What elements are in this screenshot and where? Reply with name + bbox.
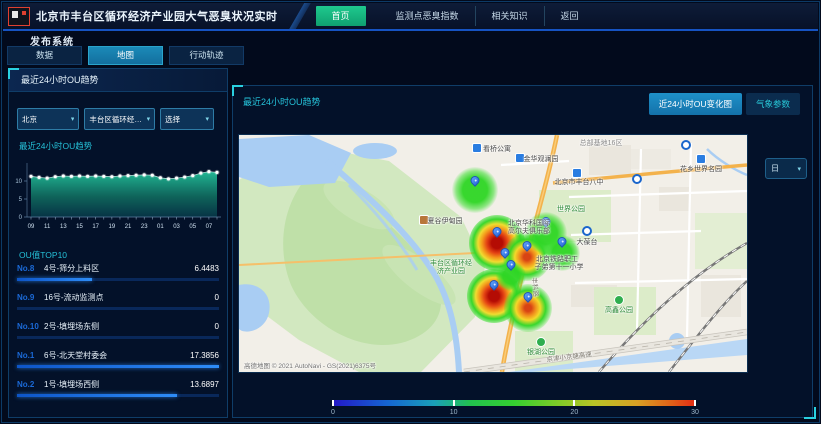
progress-track	[17, 365, 219, 368]
ou-value: 6.4483	[195, 264, 219, 273]
ou-value: 17.3856	[190, 351, 219, 360]
progress-track	[17, 278, 219, 281]
svg-text:21: 21	[125, 224, 132, 230]
map-mode-button[interactable]: 气象参数	[746, 93, 800, 115]
svg-text:23: 23	[141, 224, 148, 230]
chevron-down-icon: ▾	[797, 165, 801, 173]
view-switch-button[interactable]: 行动轨迹	[169, 46, 244, 65]
rank-badge: No.10	[17, 322, 44, 331]
list-item[interactable]: No.9 16号-流动监测点 0	[17, 291, 219, 310]
legend-tick-label: 0	[331, 409, 335, 416]
site-select[interactable]: 选择 ▾	[160, 108, 214, 130]
svg-text:01: 01	[157, 224, 164, 230]
svg-text:5: 5	[19, 197, 23, 203]
svg-text:17: 17	[92, 224, 99, 230]
rank-badge: No.9	[17, 293, 44, 302]
progress-fill	[17, 394, 177, 397]
nav-tab[interactable]: 首页	[316, 6, 366, 26]
site-name: 6号-北天堂村委会	[44, 350, 107, 361]
view-switch-buttons: 数据地图行动轨迹	[7, 46, 250, 65]
progress-fill	[17, 365, 219, 368]
right-panel: 最近24小时OU趋势 近24小时OU变化图气象参数	[232, 85, 813, 418]
chevron-down-icon: ▾	[205, 115, 209, 123]
svg-text:07: 07	[206, 224, 213, 230]
legend-tick-label: 30	[691, 409, 699, 416]
legend-tick	[332, 400, 334, 406]
ou-top10-list: No.8 4号-筛分上料区 6.4483 No.9 16号-流动监测点 0	[17, 262, 219, 407]
app-title: 北京市丰台区循环经济产业园大气恶臭状况实时	[36, 8, 278, 24]
heatmap-legend: 0102030	[333, 400, 695, 416]
progress-track	[17, 336, 219, 339]
site-select-value: 选择	[165, 114, 202, 125]
svg-text:10: 10	[15, 179, 22, 185]
svg-text:03: 03	[173, 224, 180, 230]
svg-text:19: 19	[109, 224, 116, 230]
ou-value: 0	[215, 322, 219, 331]
main-nav: 首页监测点恶臭指数相关知识返回	[316, 3, 595, 29]
city-select-value: 北京	[22, 114, 68, 125]
chevron-down-icon: ▾	[147, 115, 151, 123]
map-mode-buttons: 近24小时OU变化图气象参数	[645, 93, 800, 115]
app-logo-icon	[8, 7, 30, 26]
chevron-down-icon: ▾	[71, 115, 75, 123]
svg-text:11: 11	[44, 224, 51, 230]
top-header-bar: 北京市丰台区循环经济产业园大气恶臭状况实时 首页监测点恶臭指数相关知识返回	[3, 3, 818, 31]
district-select-value: 丰台区循环经济产	[89, 114, 143, 125]
legend-tick	[453, 400, 455, 406]
nav-tab[interactable]: 监测点恶臭指数	[380, 6, 475, 26]
legend-tick-label: 10	[450, 409, 458, 416]
map-basemap	[239, 135, 747, 372]
period-select[interactable]: 日 ▾	[765, 158, 807, 179]
ou-trend-chart: 0510091113151719212301030507	[13, 153, 225, 245]
legend-tick	[573, 400, 575, 406]
view-switch-button[interactable]: 地图	[88, 46, 163, 65]
site-name: 16号-流动监测点	[44, 292, 104, 303]
period-select-value: 日	[771, 163, 779, 174]
nav-tab[interactable]: 返回	[544, 6, 595, 26]
legend-tick	[694, 400, 696, 406]
rank-badge: No.2	[17, 380, 44, 389]
svg-text:0: 0	[19, 215, 23, 221]
map-mode-button[interactable]: 近24小时OU变化图	[649, 93, 742, 115]
list-item[interactable]: No.1 6号-北天堂村委会 17.3856	[17, 349, 219, 368]
rank-badge: No.8	[17, 264, 44, 273]
ou-value: 0	[215, 293, 219, 302]
site-name: 1号-填埋场西侧	[44, 379, 99, 390]
progress-track	[17, 307, 219, 310]
svg-text:09: 09	[28, 224, 35, 230]
map-section-title: 最近24小时OU趋势	[243, 95, 321, 108]
nav-tab[interactable]: 相关知识	[475, 6, 544, 26]
view-switch-button[interactable]: 数据	[7, 46, 82, 65]
progress-fill	[17, 278, 92, 281]
chart-title: 最近24小时OU趋势	[19, 140, 227, 152]
svg-text:05: 05	[189, 224, 196, 230]
site-name: 2号-填埋场东侧	[44, 321, 99, 332]
legend-gradient-bar	[333, 400, 695, 406]
svg-text:13: 13	[60, 224, 67, 230]
left-panel: 最近24小时OU趋势 北京 ▾ 丰台区循环经济产 ▾ 选择 ▾ 最近24小时OU…	[8, 68, 228, 418]
header-divider-decoration	[286, 3, 312, 29]
heatmap-map[interactable]: 看桥公寓总部基地16区金华观澜园北京市丰台八中世界公园大葆台花乡世界名园高鑫公园…	[238, 134, 748, 373]
progress-track	[17, 394, 219, 397]
ou-top10-title: OU值TOP10	[19, 249, 67, 261]
left-panel-title: 最近24小时OU趋势	[9, 69, 227, 92]
filter-row: 北京 ▾ 丰台区循环经济产 ▾ 选择 ▾	[17, 108, 219, 130]
city-select[interactable]: 北京 ▾	[17, 108, 79, 130]
site-name: 4号-筛分上料区	[44, 263, 99, 274]
ou-value: 13.6897	[190, 380, 219, 389]
list-item[interactable]: No.10 2号-填埋场东侧 0	[17, 320, 219, 339]
legend-tick-label: 20	[570, 409, 578, 416]
district-select[interactable]: 丰台区循环经济产 ▾	[84, 108, 155, 130]
list-item[interactable]: No.2 1号-填埋场西侧 13.6897	[17, 378, 219, 397]
svg-text:15: 15	[76, 224, 83, 230]
rank-badge: No.1	[17, 351, 44, 360]
list-item[interactable]: No.8 4号-筛分上料区 6.4483	[17, 262, 219, 281]
